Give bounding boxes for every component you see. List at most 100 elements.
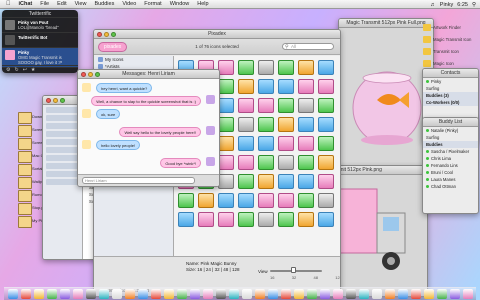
icon-thumbnail[interactable] — [278, 60, 294, 75]
dock-app-icon[interactable] — [177, 289, 187, 299]
dock-app-icon[interactable] — [294, 289, 304, 299]
minimize-icon[interactable] — [104, 32, 109, 37]
widget-item[interactable]: Artwork Finder — [421, 22, 478, 33]
status-line[interactable]: Surfing — [423, 134, 478, 141]
widget-item[interactable]: Transmit Icon — [421, 46, 478, 57]
dock-app-icon[interactable] — [268, 289, 278, 299]
dock-app-icon[interactable] — [8, 289, 18, 299]
icon-thumbnail[interactable] — [318, 193, 334, 208]
menu-file[interactable]: File — [36, 1, 53, 7]
zoom-icon[interactable] — [111, 32, 116, 37]
icon-thumbnail[interactable] — [298, 136, 314, 151]
dock-app-icon[interactable] — [424, 289, 434, 299]
dock-app-icon[interactable] — [47, 289, 57, 299]
menu-window[interactable]: Window — [166, 1, 194, 7]
icon-thumbnail[interactable] — [258, 60, 274, 75]
dock-app-icon[interactable] — [411, 289, 421, 299]
pixadex-titlebar[interactable]: Pixadex — [94, 30, 340, 39]
tweet-item[interactable]: Twitterrific Bot — [2, 33, 78, 48]
icon-thumbnail[interactable] — [218, 117, 234, 132]
dock-app-icon[interactable] — [372, 289, 382, 299]
dock-app-icon[interactable] — [73, 289, 83, 299]
icon-thumbnail[interactable] — [238, 136, 254, 151]
icon-thumbnail[interactable] — [258, 212, 274, 227]
dock-app-icon[interactable] — [190, 289, 200, 299]
widget-item[interactable]: Magic Transmit Icon — [421, 34, 478, 45]
icon-thumbnail[interactable] — [218, 212, 234, 227]
icon-thumbnail[interactable] — [278, 193, 294, 208]
group-header[interactable]: Co-Workers (0/0) — [423, 99, 478, 106]
icon-thumbnail[interactable] — [318, 79, 334, 94]
buddy-item[interactable]: Chris Lima — [423, 155, 478, 162]
dock-app-icon[interactable] — [203, 289, 213, 299]
dock-app-icon[interactable] — [463, 289, 473, 299]
dock-app-icon[interactable] — [99, 289, 109, 299]
icon-thumbnail[interactable] — [238, 60, 254, 75]
icon-thumbnail[interactable] — [238, 98, 254, 113]
icon-thumbnail[interactable] — [178, 193, 194, 208]
menu-app-name[interactable]: iChat — [15, 1, 37, 7]
icon-thumbnail[interactable] — [258, 79, 274, 94]
icon-thumbnail[interactable] — [298, 98, 314, 113]
dock-app-icon[interactable] — [21, 289, 31, 299]
dock-app-icon[interactable] — [450, 289, 460, 299]
icon-thumbnail[interactable] — [298, 79, 314, 94]
dock-app-icon[interactable] — [359, 289, 369, 299]
buddy-item[interactable]: Sascha / Pixelmaker — [423, 148, 478, 155]
icon-thumbnail[interactable] — [238, 79, 254, 94]
dock-app-icon[interactable] — [60, 289, 70, 299]
close-icon[interactable] — [81, 72, 86, 77]
icon-thumbnail[interactable] — [178, 212, 194, 227]
dock-app-icon[interactable] — [346, 289, 356, 299]
icon-thumbnail[interactable] — [298, 60, 314, 75]
icon-thumbnail[interactable] — [238, 117, 254, 132]
buddy-item[interactable]: Chad Ottman — [423, 183, 478, 190]
icon-thumbnail[interactable] — [298, 193, 314, 208]
chat-titlebar[interactable]: Messages: Henri Liriam — [78, 70, 219, 79]
buddy-item[interactable]: Bruni / Cool — [423, 169, 478, 176]
dock-app-icon[interactable] — [437, 289, 447, 299]
dock-app-icon[interactable] — [255, 289, 265, 299]
icon-thumbnail[interactable] — [318, 136, 334, 151]
refresh-icon[interactable]: ↻ — [14, 67, 18, 73]
icon-thumbnail[interactable] — [258, 117, 274, 132]
icon-thumbnail[interactable] — [278, 155, 294, 170]
menu-user[interactable]: Pinky — [440, 2, 453, 8]
dock-app-icon[interactable] — [229, 289, 239, 299]
menu-clock[interactable]: 6:25 — [457, 2, 468, 8]
menu-video[interactable]: Video — [118, 1, 140, 7]
icon-thumbnail[interactable] — [298, 212, 314, 227]
dock-app-icon[interactable] — [333, 289, 343, 299]
self-status[interactable]: Natalie (Pinky) — [423, 127, 478, 134]
reply-icon[interactable]: ↩ — [23, 67, 27, 73]
search-input[interactable]: ⚲ All — [282, 43, 334, 50]
icon-thumbnail[interactable] — [218, 98, 234, 113]
close-icon[interactable] — [97, 32, 102, 37]
icon-thumbnail[interactable] — [218, 136, 234, 151]
buddy-item[interactable]: Laura Manes — [423, 176, 478, 183]
icon-thumbnail[interactable] — [218, 60, 234, 75]
icon-thumbnail[interactable] — [298, 117, 314, 132]
dock-app-icon[interactable] — [34, 289, 44, 299]
icon-thumbnail[interactable] — [238, 212, 254, 227]
icon-thumbnail[interactable] — [258, 98, 274, 113]
dock-app-icon[interactable] — [242, 289, 252, 299]
zoom-icon[interactable] — [60, 98, 65, 103]
icon-thumbnail[interactable] — [298, 174, 314, 189]
message-input[interactable]: Henri Liriam — [82, 177, 195, 184]
status-line[interactable]: Surfing — [423, 85, 478, 92]
icon-thumbnail[interactable] — [318, 60, 334, 75]
icon-thumbnail[interactable] — [298, 155, 314, 170]
dock-app-icon[interactable] — [385, 289, 395, 299]
icon-thumbnail[interactable] — [238, 193, 254, 208]
dock-app-icon[interactable] — [86, 289, 96, 299]
icon-thumbnail[interactable] — [278, 212, 294, 227]
dock-app-icon[interactable] — [307, 289, 317, 299]
icon-thumbnail[interactable] — [258, 174, 274, 189]
tweet-item[interactable]: Pinky von Pout LOL@Manolo "bread" — [2, 18, 78, 33]
icon-thumbnail[interactable] — [278, 79, 294, 94]
icon-thumbnail[interactable] — [258, 193, 274, 208]
zoom-icon[interactable] — [95, 72, 100, 77]
icon-thumbnail[interactable] — [318, 174, 334, 189]
icon-thumbnail[interactable] — [218, 174, 234, 189]
